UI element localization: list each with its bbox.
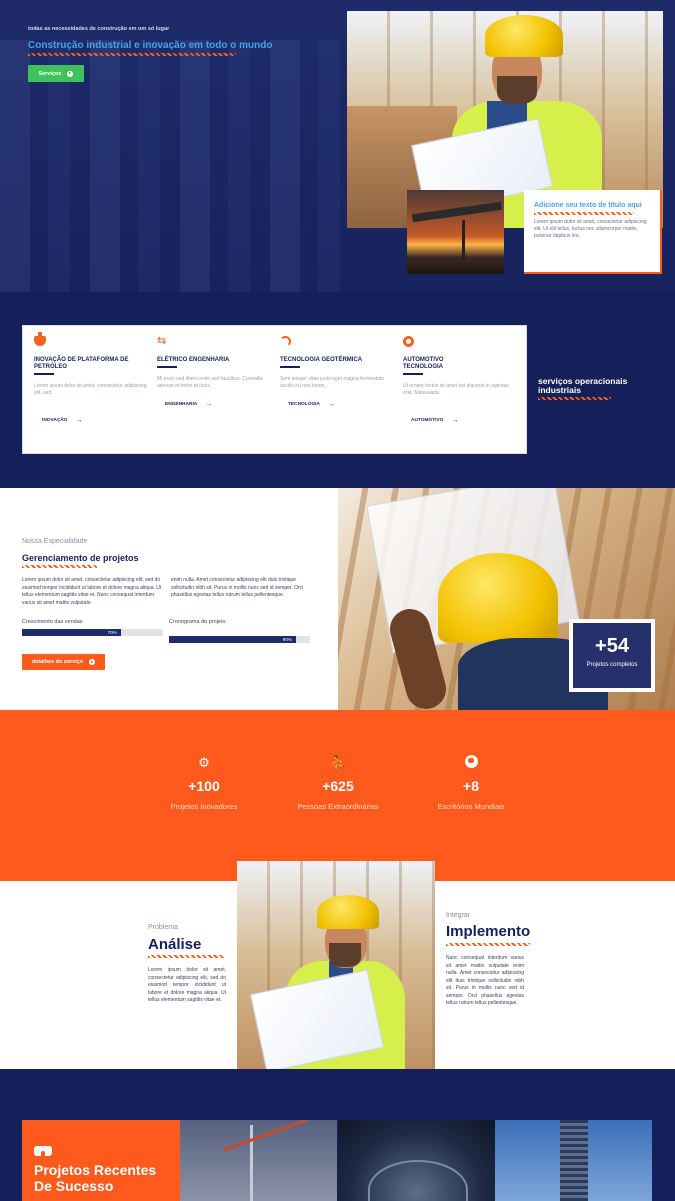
gears-icon: ⚙ [198,755,210,770]
project-tile-tunnel[interactable] [338,1120,495,1201]
feature-text: Lorem ipsum dolor sit amet, consectetur … [34,382,147,396]
services-button-label: Serviços [38,70,62,77]
stat-label: Pessoas Extraordinárias [297,802,379,811]
analysis-underline [148,955,224,958]
feature-underline [34,373,54,375]
services-button[interactable]: Serviços [28,65,84,82]
schedule-progress-bar: 90% [169,636,310,643]
bar2-label: Cronograma do projeto [169,619,226,625]
service-details-label: detalhes do serviço [31,659,84,665]
recent-projects-card: Projetos Recentes De Sucesso [22,1120,180,1201]
stat-number: +8 [463,778,479,794]
signal-icon [280,336,291,347]
arrow-right-icon: → [75,416,83,424]
stat-label: Projetos Inovadores [170,802,238,811]
arrow-right-icon: → [327,400,335,408]
stat-item: +8 Escritórios Mundiais [421,755,521,811]
hero-title-underline [28,53,236,56]
implement-text: Nunc consequat interdum varius sit amet … [446,955,524,1006]
services-heading: serviços operacionais industriais [538,376,628,395]
specialty-title: Gerenciamento de projetos [22,553,139,563]
stat-number: +100 [188,778,220,794]
stat-label: Escritórios Mundiais [437,802,505,811]
projects-complete-badge: +54 Projetos completos [569,619,655,692]
arrow-circle-icon [67,70,74,77]
feature-title: TECNOLOGIA GEOTÉRMICA [280,357,363,363]
feature-title: INOVAÇÃO DE PLATAFORMA DE PETRÓLEO [34,357,129,370]
sales-progress-bar: 70% [22,629,163,636]
projects-complete-number: +54 [595,635,629,657]
vr-goggles-icon [34,1146,52,1156]
specialty-col2: enim nulla. Amet consectetur adipiscing … [171,577,304,598]
feature-text: Ut ornare lectus sit amet est placerat i… [403,382,509,396]
hero-title: Construção industrial e inovação em todo… [28,40,273,51]
analysis-title: Análise [148,936,202,953]
usb-icon: ⇆ [157,335,167,347]
stat-item: ⚙ +100 Projetos Inovadores [154,755,254,811]
feature-item: ⇆ ELÉTRICO ENGENHARIA Mi proin sed liber… [157,336,280,424]
feature-underline [403,373,423,375]
sales-progress-fill: 70% [22,629,121,636]
features-section: INOVAÇÃO DE PLATAFORMA DE PETRÓLEO Lorem… [0,292,675,488]
stats-section: ⚙ +100 Projetos Inovadores ⛹ +625 Pessoa… [0,710,675,881]
implement-kicker: Integrar [446,912,471,919]
hero-sunset-photo [407,190,504,274]
analysis-worker-photo [237,861,435,1090]
globe-icon [421,755,521,769]
oil-platform-icon [34,332,46,346]
arrow-right-icon: → [451,416,459,424]
feature-link[interactable]: ENGENHARIA → [165,401,270,408]
hero-kicker: todas as necessidades de construção em u… [28,26,170,32]
hero-section: todas as necessidades de construção em u… [0,0,675,292]
analysis-text: Lorem ipsum dolor sit amet, consectetur … [148,967,226,1003]
feature-link-label: TECNOLOGIA [288,401,320,407]
services-heading-underline [538,397,611,400]
recent-projects-title: Projetos Recentes De Sucesso [34,1162,157,1194]
card-title: Adicione seu texto de título aqui [534,202,642,209]
steam-icon [403,336,414,347]
bar1-label: Crescimento das vendas [22,619,83,625]
card-text: Lorem ipsum dolor sit amet, consectetur … [534,219,647,239]
analysis-kicker: Problema [148,924,178,931]
project-tile-tower[interactable] [495,1120,652,1201]
stat-number: +625 [322,778,354,794]
feature-link-label: AUTOMOTIVO [411,417,444,423]
feature-item: AUTOMOTIVO TECNOLOGIA Ut ornare lectus s… [403,336,516,424]
arrow-circle-icon [89,659,96,665]
hero-text-card: Adicione seu texto de título aqui Lorem … [524,190,662,274]
feature-link[interactable]: AUTOMOTIVO → [411,417,516,424]
feature-link[interactable]: TECNOLOGIA → [288,401,393,408]
service-details-button[interactable]: detalhes do serviço [22,654,105,670]
implement-underline [446,943,530,946]
feature-link-label: ENGENHARIA [165,401,198,407]
card-title-underline [534,212,634,215]
projects-complete-label: Projetos completos [586,662,638,668]
project-tile-crane[interactable] [180,1120,337,1201]
people-icon: ⛹ [329,755,347,770]
feature-link-label: INOVAÇÃO [42,417,68,423]
feature-underline [157,366,177,368]
features-card: INOVAÇÃO DE PLATAFORMA DE PETRÓLEO Lorem… [22,325,527,454]
specialty-col1: Lorem ipsum dolor sit amet, consectetur … [22,577,162,606]
stat-item: ⛹ +625 Pessoas Extraordinárias [288,755,388,811]
schedule-progress-fill: 90% [169,636,296,643]
feature-title: ELÉTRICO ENGENHARIA [157,357,230,363]
arrow-right-icon: → [205,400,213,408]
feature-item: INOVAÇÃO DE PLATAFORMA DE PETRÓLEO Lorem… [34,332,157,424]
feature-underline [280,366,300,368]
implement-title: Implemento [446,923,531,940]
feature-link[interactable]: INOVAÇÃO → [42,417,147,424]
feature-item: TECNOLOGIA GEOTÉRMICA Sem integer vitae … [280,336,403,424]
specialty-section: Nossa Especialidade Gerenciamento de pro… [0,488,675,710]
specialty-kicker: Nossa Especialidade [22,538,88,545]
feature-title: AUTOMOTIVO TECNOLOGIA [403,357,444,370]
specialty-title-underline [22,565,97,568]
